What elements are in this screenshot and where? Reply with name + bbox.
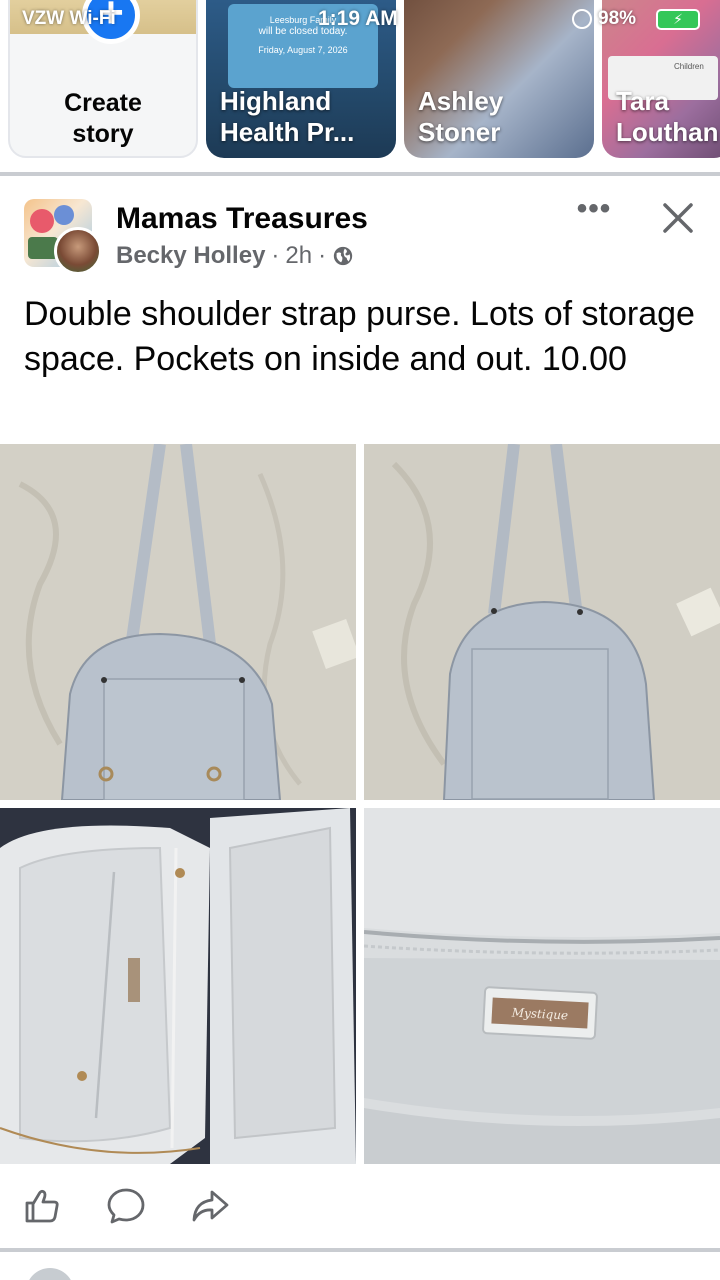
globe-icon [333, 246, 353, 266]
post-photo-3[interactable] [0, 808, 356, 1164]
story-label: Highland Health Pr... [220, 86, 354, 148]
avatar-decoration [54, 205, 74, 225]
story-label-line1: Highland [220, 86, 332, 116]
group-name-link[interactable]: Mamas Treasures [116, 202, 368, 236]
purse-label-image: Mystique [364, 808, 720, 1164]
story-notice-line: Friday, August 7, 2026 [258, 45, 348, 55]
like-icon[interactable] [22, 1186, 62, 1226]
purse-front-image [0, 444, 356, 800]
meta-separator: · [271, 242, 280, 269]
carrier-label: VZW Wi-Fi [22, 8, 116, 29]
story-label-line2: Louthan [616, 117, 719, 147]
post-photo-1[interactable] [0, 444, 356, 800]
battery-icon: ⚡ [656, 9, 700, 30]
post-body-text: Double shoulder strap purse. Lots of sto… [24, 295, 695, 378]
status-bar: VZW Wi-Fi 1:19 AM 98% ⚡ [0, 0, 720, 40]
feed-divider [0, 1248, 720, 1252]
purse-back-image [364, 444, 720, 800]
post-meta: Becky Holley · 2h · [116, 242, 354, 270]
author-avatar[interactable] [54, 227, 102, 275]
story-label-line2: Stoner [418, 117, 501, 147]
clock: 1:19 AM [318, 7, 398, 30]
story-label-line2: Health Pr... [220, 117, 355, 147]
battery-percent: 98% [598, 8, 637, 29]
post-timestamp[interactable]: 2h [285, 242, 312, 270]
more-options-icon[interactable]: ••• [574, 194, 614, 232]
story-label-line1: Ashley [418, 86, 504, 116]
share-icon[interactable] [190, 1186, 230, 1226]
meta-separator: · [318, 242, 327, 269]
comment-icon[interactable] [106, 1186, 146, 1226]
story-label: Tara Louthan [616, 86, 719, 148]
avatar-decoration [30, 209, 54, 233]
author-name-link[interactable]: Becky Holley [116, 242, 265, 270]
close-icon[interactable] [656, 196, 700, 240]
story-label-line1: Tara [616, 86, 669, 116]
purse-interior-image [0, 808, 356, 1164]
create-story-label-line1: Create [64, 89, 142, 117]
story-label: Ashley Stoner [418, 86, 503, 148]
create-story-label: Create story [10, 88, 196, 150]
story-preview-text: Children [674, 62, 704, 71]
post-photo-4[interactable]: Mystique [364, 808, 720, 1164]
post-action-bar [0, 1180, 720, 1236]
orientation-lock-icon [572, 9, 592, 29]
post-photo-2[interactable] [364, 444, 720, 800]
create-story-label-line2: story [72, 120, 134, 148]
feed-divider [0, 172, 720, 176]
next-post-avatar[interactable] [26, 1268, 74, 1280]
